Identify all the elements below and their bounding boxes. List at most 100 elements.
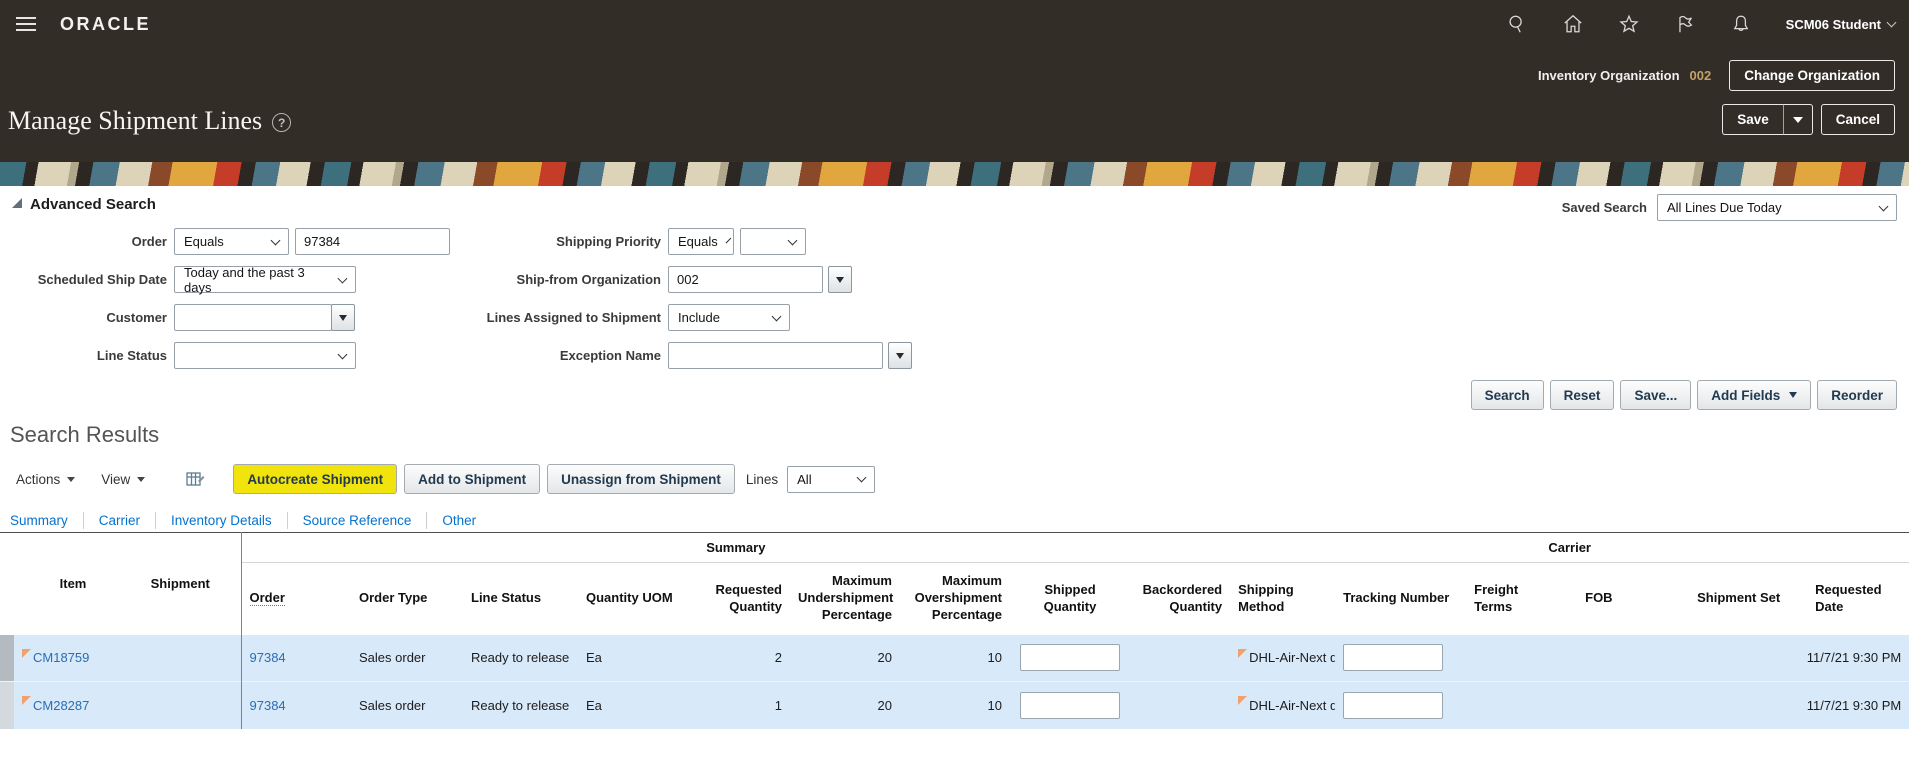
table-grid-icon[interactable] — [185, 469, 205, 489]
hamburger-menu-icon[interactable] — [16, 23, 36, 25]
autocreate-shipment-button[interactable]: Autocreate Shipment — [233, 464, 398, 494]
search-icon[interactable] — [1506, 13, 1528, 35]
column-header-requested-date[interactable]: Requested Date — [1795, 562, 1909, 635]
shipping-priority-operator-select[interactable]: Equals — [668, 228, 734, 255]
column-header-shipment[interactable]: Shipment — [120, 532, 242, 635]
column-header-line-status[interactable]: Line Status — [463, 562, 578, 635]
tracking-number-input[interactable] — [1343, 691, 1444, 719]
triangle-down-icon — [1789, 392, 1798, 398]
customer-input[interactable] — [174, 304, 332, 331]
uom-cell: Ea — [578, 681, 690, 729]
actions-menu[interactable]: Actions — [16, 472, 76, 487]
column-header-max-undershipment[interactable]: Maximum Undershipment Percentage — [790, 562, 900, 635]
order-operator-select[interactable]: Equals — [174, 228, 289, 255]
exception-name-input[interactable] — [668, 342, 883, 369]
reset-button[interactable]: Reset — [1549, 380, 1615, 410]
shipped-quantity-input[interactable] — [1020, 691, 1120, 719]
add-to-shipment-button[interactable]: Add to Shipment — [404, 464, 541, 494]
item-link[interactable]: CM18759 — [24, 650, 89, 665]
save-dropdown-button[interactable] — [1782, 104, 1813, 135]
tab-carrier[interactable]: Carrier — [99, 513, 140, 528]
freight-terms-cell — [1460, 681, 1566, 729]
top-bar: ORACLE SCM06 Student — [0, 0, 1909, 48]
home-icon[interactable] — [1562, 13, 1584, 35]
column-header-shipping-method[interactable]: Shipping Method — [1230, 562, 1336, 635]
item-link[interactable]: CM28287 — [24, 698, 89, 713]
lines-select[interactable]: All — [787, 465, 876, 493]
tab-inventory-details[interactable]: Inventory Details — [171, 513, 272, 528]
scheduled-ship-date-select[interactable]: Today and the past 3 days — [174, 265, 356, 295]
lines-assigned-select[interactable]: Include — [668, 304, 790, 331]
bell-notifications-icon[interactable] — [1730, 13, 1752, 35]
star-favorites-icon[interactable] — [1618, 13, 1640, 35]
row-selector[interactable] — [0, 681, 14, 729]
ship-from-organization-input[interactable] — [668, 266, 823, 293]
reorder-button[interactable]: Reorder — [1817, 380, 1897, 410]
flag-watchlist-icon[interactable] — [1674, 13, 1696, 35]
advanced-search-buttons: Search Reset Save... Add Fields Reorder — [1470, 380, 1897, 410]
chevron-down-icon — [270, 235, 281, 245]
column-header-order[interactable]: Order — [241, 562, 351, 635]
page-title-row: Manage Shipment Lines ? Save Cancel — [0, 100, 1909, 144]
tracking-number-cell — [1335, 634, 1461, 682]
order-link[interactable]: 97384 — [250, 698, 286, 713]
line-status-cell: Ready to release — [463, 681, 578, 729]
unassign-from-shipment-button[interactable]: Unassign from Shipment — [547, 464, 735, 494]
exception-name-dropdown-button[interactable] — [888, 342, 912, 369]
tracking-number-input[interactable] — [1343, 644, 1444, 672]
fob-cell — [1565, 681, 1676, 729]
column-header-fob[interactable]: FOB — [1565, 562, 1676, 635]
column-header-shipment-set[interactable]: Shipment Set — [1675, 562, 1796, 635]
field-line-status: Line Status — [12, 342, 356, 369]
shipping-priority-select[interactable] — [740, 228, 806, 255]
customer-dropdown-button[interactable] — [331, 304, 355, 331]
ship-from-organization-label: Ship-from Organization — [516, 272, 661, 287]
requested-qty-cell: 2 — [690, 634, 790, 682]
order-link[interactable]: 97384 — [250, 650, 286, 665]
column-header-item[interactable]: Item — [14, 532, 120, 635]
tab-summary[interactable]: Summary — [10, 513, 68, 528]
user-name: SCM06 Student — [1785, 16, 1881, 32]
column-header-backordered-quantity[interactable]: Backordered Quantity — [1130, 562, 1231, 635]
line-status-cell: Ready to release — [463, 634, 578, 682]
column-header-requested-quantity[interactable]: Requested Quantity — [690, 562, 790, 635]
view-menu[interactable]: View — [101, 471, 146, 487]
column-header-shipped-quantity[interactable]: Shipped Quantity — [1010, 562, 1130, 635]
save-button[interactable]: Save — [1722, 104, 1783, 135]
backordered-qty-cell — [1130, 634, 1231, 682]
cancel-button[interactable]: Cancel — [1820, 104, 1895, 135]
ship-from-organization-dropdown-button[interactable] — [828, 266, 852, 293]
tab-other[interactable]: Other — [442, 513, 476, 528]
column-header-freight-terms[interactable]: Freight Terms — [1460, 562, 1566, 635]
order-sort-label[interactable]: Order — [249, 590, 285, 607]
view-menu-label: View — [101, 471, 131, 487]
oracle-logo: ORACLE — [60, 13, 151, 34]
order-cell: 97384 — [241, 681, 351, 729]
help-icon[interactable]: ? — [272, 113, 292, 132]
user-menu[interactable]: SCM06 Student — [1785, 16, 1897, 32]
row-selector[interactable] — [0, 634, 14, 682]
shipped-quantity-input[interactable] — [1020, 644, 1120, 672]
column-header-order-type[interactable]: Order Type — [351, 562, 463, 635]
column-header-max-overshipment[interactable]: Maximum Overshipment Percentage — [900, 562, 1010, 635]
saved-search-select[interactable]: All Lines Due Today — [1657, 194, 1897, 221]
advanced-search-disclosure[interactable]: Advanced Search — [12, 196, 156, 213]
shipment-cell — [120, 634, 242, 682]
page-title: Manage Shipment Lines — [8, 106, 263, 135]
inventory-organization-label: Inventory Organization — [1537, 68, 1680, 83]
column-header-tracking-number[interactable]: Tracking Number — [1335, 562, 1461, 635]
search-button[interactable]: Search — [1470, 380, 1544, 410]
add-fields-button[interactable]: Add Fields — [1697, 380, 1812, 410]
shipping-method-value: DHL-Air-Next d... — [1249, 697, 1335, 713]
tab-source-reference[interactable]: Source Reference — [303, 513, 412, 528]
line-status-select[interactable] — [174, 342, 356, 369]
save-search-button[interactable]: Save... — [1620, 380, 1692, 410]
saved-search: Saved Search All Lines Due Today — [1562, 194, 1897, 221]
order-input[interactable] — [295, 228, 450, 255]
triangle-down-icon — [836, 276, 844, 283]
change-organization-button[interactable]: Change Organization — [1729, 60, 1895, 91]
tab-separator — [82, 512, 84, 529]
order-label: Order — [131, 234, 167, 249]
triangle-down-icon — [339, 314, 347, 321]
column-header-quantity-uom[interactable]: Quantity UOM — [578, 562, 690, 635]
